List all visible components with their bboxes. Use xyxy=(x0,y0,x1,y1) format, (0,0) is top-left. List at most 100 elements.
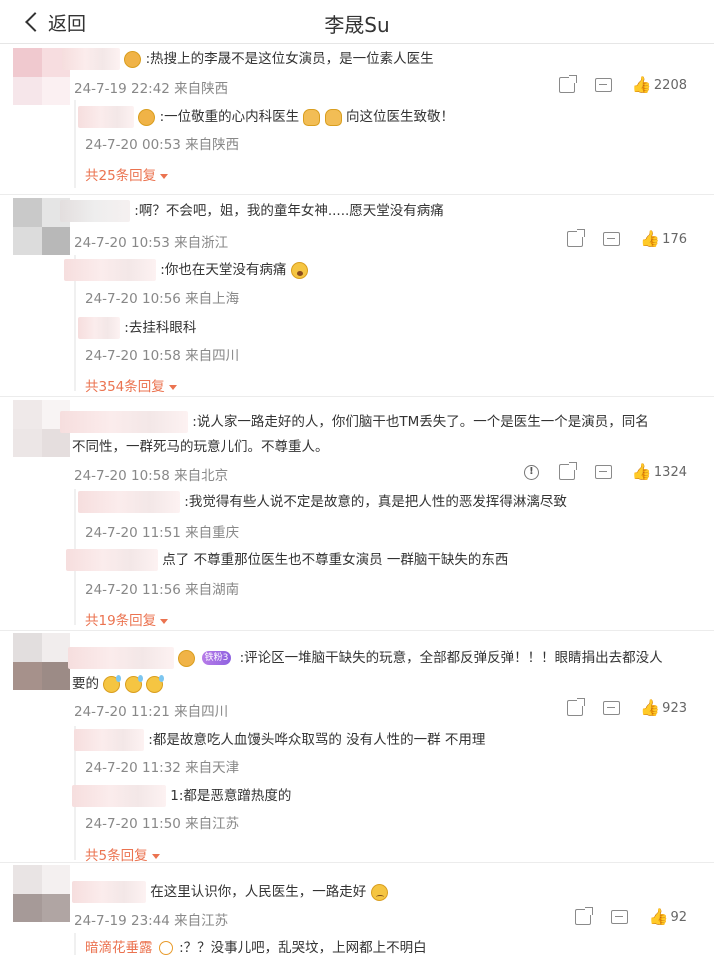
reply-username[interactable]: 暗滴花垂露 xyxy=(85,940,153,955)
comment-text: 在这里认识你，人民医生，一路走好 xyxy=(72,879,388,905)
like-button[interactable]: 👍 1324 xyxy=(632,464,687,480)
reply-meta: 24-7-20 11:32 来自天津 xyxy=(85,760,240,776)
reply-button[interactable] xyxy=(594,78,612,92)
reply-button[interactable] xyxy=(611,910,629,924)
share-icon xyxy=(558,75,577,93)
share-button[interactable] xyxy=(575,907,594,925)
username-blurred[interactable] xyxy=(66,549,158,571)
username-blurred[interactable] xyxy=(78,106,134,128)
pray-emoji-icon xyxy=(324,108,342,126)
comment-meta: 24-7-20 11:21 来自四川 xyxy=(74,704,229,720)
avatar[interactable] xyxy=(13,633,70,690)
username-blurred[interactable] xyxy=(78,317,120,339)
like-icon: 👍 xyxy=(640,698,661,717)
comment-text: :说人家一路走好的人，你们脑干也TM丢失了。一个是医生一个是演员，同名 xyxy=(60,409,649,435)
reply-text: :去挂科眼科 xyxy=(78,315,196,341)
username-blurred[interactable] xyxy=(72,785,166,807)
like-count: 176 xyxy=(662,231,687,247)
reply-text: :我觉得有些人说不定是故意的，真是把人性的恶发挥得淋漓尽致 xyxy=(78,489,567,515)
reply-meta: 24-7-20 00:53 来自陕西 xyxy=(85,137,240,153)
reply-divider xyxy=(74,100,76,188)
page-title: 李晟Su xyxy=(324,13,390,37)
share-icon xyxy=(567,229,586,247)
like-icon: 👍 xyxy=(631,75,652,94)
username-blurred[interactable] xyxy=(60,411,188,433)
reply-meta: 24-7-20 11:51 来自重庆 xyxy=(85,525,240,541)
more-replies-link[interactable]: 共5条回复 xyxy=(85,844,160,864)
comment-icon xyxy=(603,232,621,246)
comment-actions: ! 👍 1324 xyxy=(523,462,687,480)
share-icon xyxy=(558,462,577,480)
share-button[interactable] xyxy=(558,75,577,93)
more-replies-link[interactable]: 共19条回复 xyxy=(85,609,169,629)
share-icon xyxy=(567,698,586,716)
comment-text: :啊？不会吧，姐，我的童年女神.....愿天堂没有病痛 xyxy=(60,198,444,224)
sweat-emoji-icon xyxy=(124,674,143,693)
comment-meta: 24-7-20 10:58 来自北京 xyxy=(74,468,229,484)
like-count: 2208 xyxy=(653,77,687,93)
report-icon: ! xyxy=(523,464,539,480)
report-button[interactable]: ! xyxy=(523,464,539,480)
comment-actions: 👍 176 xyxy=(567,229,687,247)
crown-emoji-icon xyxy=(178,649,196,667)
comment-icon xyxy=(611,910,629,924)
username-blurred[interactable] xyxy=(74,729,144,751)
reply-button[interactable] xyxy=(603,701,621,715)
comment-text: 铁粉3 :评论区一堆脑干缺失的玩意，全部都反弹反弹！！！眼睛捐出去都没人 xyxy=(68,645,663,671)
comment-actions: 👍 923 xyxy=(567,698,687,716)
like-count: 923 xyxy=(662,700,687,716)
username-blurred[interactable] xyxy=(72,881,146,903)
like-count: 92 xyxy=(670,909,687,925)
like-button[interactable]: 👍 923 xyxy=(640,700,687,716)
comment-item: 铁粉3 :评论区一堆脑干缺失的玩意，全部都反弹反弹！！！眼睛捐出去都没人 要的 … xyxy=(0,630,714,864)
fan-badge: 铁粉3 xyxy=(201,651,232,665)
share-button[interactable] xyxy=(558,462,577,480)
reply-text: 1:都是恶意蹭热度的 xyxy=(72,783,291,809)
reply-text: 暗滴花垂露 :？？没事儿吧，乱哭坟，上网都上不明白 xyxy=(85,940,427,955)
scared-emoji-icon xyxy=(290,261,308,279)
caret-down-icon xyxy=(168,384,177,390)
comment-text-line2: 不同性，一群死马的玩意儿们。不尊重人。 xyxy=(72,439,329,455)
reply-text: :一位敬重的心内科医生 向这位医生致敬！ xyxy=(78,104,454,130)
pray-emoji-icon xyxy=(303,108,321,126)
more-replies-link[interactable]: 共354条回复 xyxy=(85,375,177,395)
username-blurred[interactable] xyxy=(68,647,174,669)
share-button[interactable] xyxy=(567,229,586,247)
comment-item: 在这里认识你，人民医生，一路走好 24-7-19 23:44 来自江苏 👍 92 … xyxy=(0,862,714,955)
comment-text: :热搜上的李晟不是这位女演员，是一位素人医生 xyxy=(62,46,434,72)
comment-text-line2: 要的 xyxy=(72,671,164,697)
comment-meta: 24-7-19 23:44 来自江苏 xyxy=(74,913,229,929)
caret-down-icon xyxy=(160,618,169,624)
caret-down-icon xyxy=(151,853,160,859)
like-icon: 👍 xyxy=(648,907,669,926)
reply-divider xyxy=(74,933,76,955)
like-icon: 👍 xyxy=(631,462,652,481)
sweat-emoji-icon xyxy=(103,674,122,693)
comment-icon xyxy=(594,78,612,92)
reply-button[interactable] xyxy=(594,465,612,479)
top-nav-bar: 返回 李晟Su xyxy=(0,0,714,44)
reply-meta: 24-7-20 11:50 来自江苏 xyxy=(85,816,240,832)
reply-button[interactable] xyxy=(603,232,621,246)
comment-icon xyxy=(603,701,621,715)
comment-item: :热搜上的李晟不是这位女演员，是一位素人医生 24-7-19 22:42 来自陕… xyxy=(0,44,714,194)
more-replies-link[interactable]: 共25条回复 xyxy=(85,164,169,184)
username-blurred[interactable] xyxy=(78,491,180,513)
caret-down-icon xyxy=(160,173,169,179)
reply-text: :你也在天堂没有病痛 xyxy=(64,257,308,283)
comment-item: :啊？不会吧，姐，我的童年女神.....愿天堂没有病痛 24-7-20 10:5… xyxy=(0,194,714,396)
username-blurred[interactable] xyxy=(62,48,120,70)
like-button[interactable]: 👍 92 xyxy=(648,909,687,925)
username-blurred[interactable] xyxy=(64,259,156,281)
avatar[interactable] xyxy=(13,865,70,922)
sad-emoji-icon xyxy=(370,883,388,901)
comment-actions: 👍 92 xyxy=(575,907,687,925)
like-button[interactable]: 👍 176 xyxy=(640,231,687,247)
reply-text: 点了 不尊重那位医生也不尊重女演员 一群脑干缺失的东西 xyxy=(66,547,508,573)
like-button[interactable]: 👍 2208 xyxy=(632,77,687,93)
comment-actions: 👍 2208 xyxy=(558,75,687,93)
username-blurred[interactable] xyxy=(60,200,130,222)
reply-meta: 24-7-20 10:56 来自上海 xyxy=(85,291,240,307)
vip-icon xyxy=(158,941,173,955)
share-button[interactable] xyxy=(567,698,586,716)
